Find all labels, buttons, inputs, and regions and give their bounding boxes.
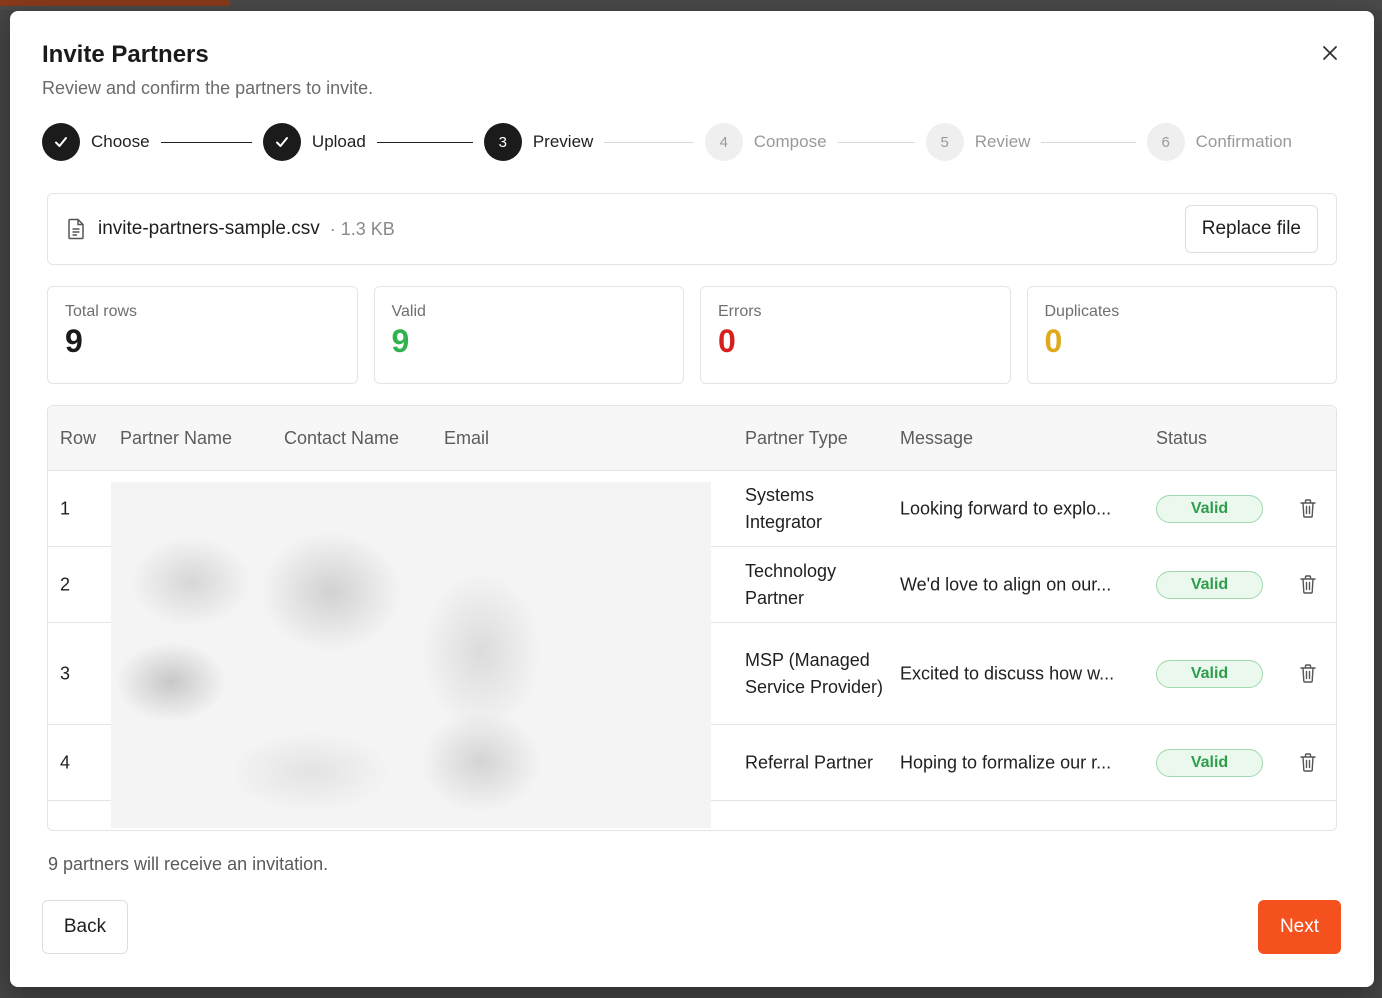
partner-type-cell: Technology Partner	[745, 560, 837, 608]
stat-card-valid: Valid 9	[373, 286, 684, 384]
status-cell: Valid	[1156, 748, 1263, 777]
header-contact-name: Contact Name	[284, 427, 400, 448]
step-number: 3	[483, 123, 522, 161]
step-number: 6	[1146, 123, 1185, 161]
close-button[interactable]	[1318, 41, 1342, 65]
stat-label: Errors	[718, 303, 762, 320]
delete-row-button[interactable]	[1298, 752, 1318, 774]
message-cell: Hoping to formalize our r...	[900, 752, 1112, 772]
preview-table[interactable]: Row Partner Name Contact Name Email Part…	[47, 405, 1337, 831]
partner-type-cell: Referral Partner	[745, 752, 874, 772]
step-upload: Upload	[262, 123, 484, 161]
file-name: invite-partners-sample.csv	[98, 218, 320, 239]
trash-icon	[1298, 752, 1318, 774]
check-icon	[42, 123, 80, 161]
trash-icon	[1298, 498, 1318, 520]
step-label: Preview	[532, 132, 594, 151]
status-badge: Valid	[1156, 659, 1263, 688]
step-label: Upload	[311, 132, 366, 151]
step-compose: 4 Compose	[704, 123, 926, 161]
step-connector	[604, 141, 694, 143]
status-cell: Valid	[1156, 494, 1263, 523]
step-choose: Choose	[42, 123, 263, 161]
step-confirmation: 6 Confirmation	[1146, 123, 1292, 161]
partner-type-cell: MSP (Managed Service Provider)	[745, 649, 884, 697]
step-preview: 3 Preview	[483, 123, 705, 161]
header-message: Message	[900, 427, 974, 448]
file-card: invite-partners-sample.csv · 1.3 KB Repl…	[47, 193, 1337, 265]
message-cell: Excited to discuss how w...	[900, 663, 1115, 683]
stat-label: Duplicates	[1044, 303, 1120, 320]
step-label: Review	[974, 132, 1031, 151]
step-connector	[160, 141, 252, 143]
stat-card-total-rows: Total rows 9	[47, 286, 358, 384]
status-badge: Valid	[1156, 570, 1263, 599]
row-number: 3	[60, 663, 71, 683]
header-status: Status	[1156, 427, 1208, 448]
delete-row-button[interactable]	[1298, 574, 1318, 596]
modal-subtitle: Review and confirm the partners to invit…	[42, 78, 374, 98]
stat-value: 9	[65, 323, 83, 359]
table-header: Row Partner Name Contact Name Email Part…	[48, 406, 1336, 471]
stats-row: Total rows 9 Valid 9 Errors 0 Duplicates 0	[47, 286, 1337, 384]
header-email: Email	[444, 427, 490, 448]
status-badge: Valid	[1156, 494, 1263, 523]
row-number: 2	[60, 574, 71, 594]
step-connector	[376, 141, 473, 143]
next-button[interactable]: Next	[1258, 900, 1341, 954]
step-number: 4	[704, 123, 743, 161]
status-badge: Valid	[1156, 748, 1263, 777]
step-connector	[837, 141, 915, 143]
stat-card-duplicates: Duplicates 0	[1026, 286, 1337, 384]
close-icon	[1323, 46, 1337, 60]
row-number: 1	[60, 498, 71, 518]
header-partner-name: Partner Name	[120, 427, 233, 448]
status-cell: Valid	[1156, 659, 1263, 688]
check-icon	[262, 123, 301, 161]
back-button[interactable]: Back	[42, 900, 128, 954]
header-row: Row	[60, 427, 97, 448]
step-label: Confirmation	[1195, 132, 1292, 151]
step-label: Choose	[91, 132, 150, 151]
step-connector	[1041, 141, 1136, 143]
redacted-area	[111, 482, 711, 828]
stepper: Choose Upload 3 Preview 4 Compose 5 Review 6 Conf…	[42, 123, 1292, 161]
header-partner-type: Partner Type	[745, 427, 848, 448]
stat-label: Valid	[391, 303, 426, 320]
invitation-summary: 9 partners will receive an invitation.	[48, 854, 329, 874]
partner-type-cell: Systems Integrator	[745, 484, 823, 532]
step-label: Compose	[753, 132, 827, 151]
message-cell: Looking forward to explo...	[900, 498, 1112, 518]
stat-value: 0	[718, 323, 736, 359]
status-cell: Valid	[1156, 570, 1263, 599]
stat-value: 9	[391, 323, 410, 359]
step-review: 5 Review	[925, 123, 1147, 161]
trash-icon	[1298, 574, 1318, 596]
stat-value: 0	[1044, 323, 1063, 359]
trash-icon	[1298, 663, 1318, 685]
stat-card-errors: Errors 0	[700, 286, 1011, 384]
file-icon	[68, 218, 84, 240]
invite-partners-modal: Invite Partners Review and confirm the p…	[10, 11, 1374, 987]
step-number: 5	[925, 123, 964, 161]
delete-row-button[interactable]	[1298, 663, 1318, 685]
replace-file-button[interactable]: Replace file	[1184, 205, 1318, 253]
row-number: 4	[60, 752, 71, 772]
stat-label: Total rows	[65, 303, 138, 320]
modal-title: Invite Partners	[42, 41, 209, 68]
file-size: · 1.3 KB	[329, 218, 395, 239]
message-cell: We'd love to align on our...	[900, 574, 1112, 594]
delete-row-button[interactable]	[1298, 498, 1318, 520]
